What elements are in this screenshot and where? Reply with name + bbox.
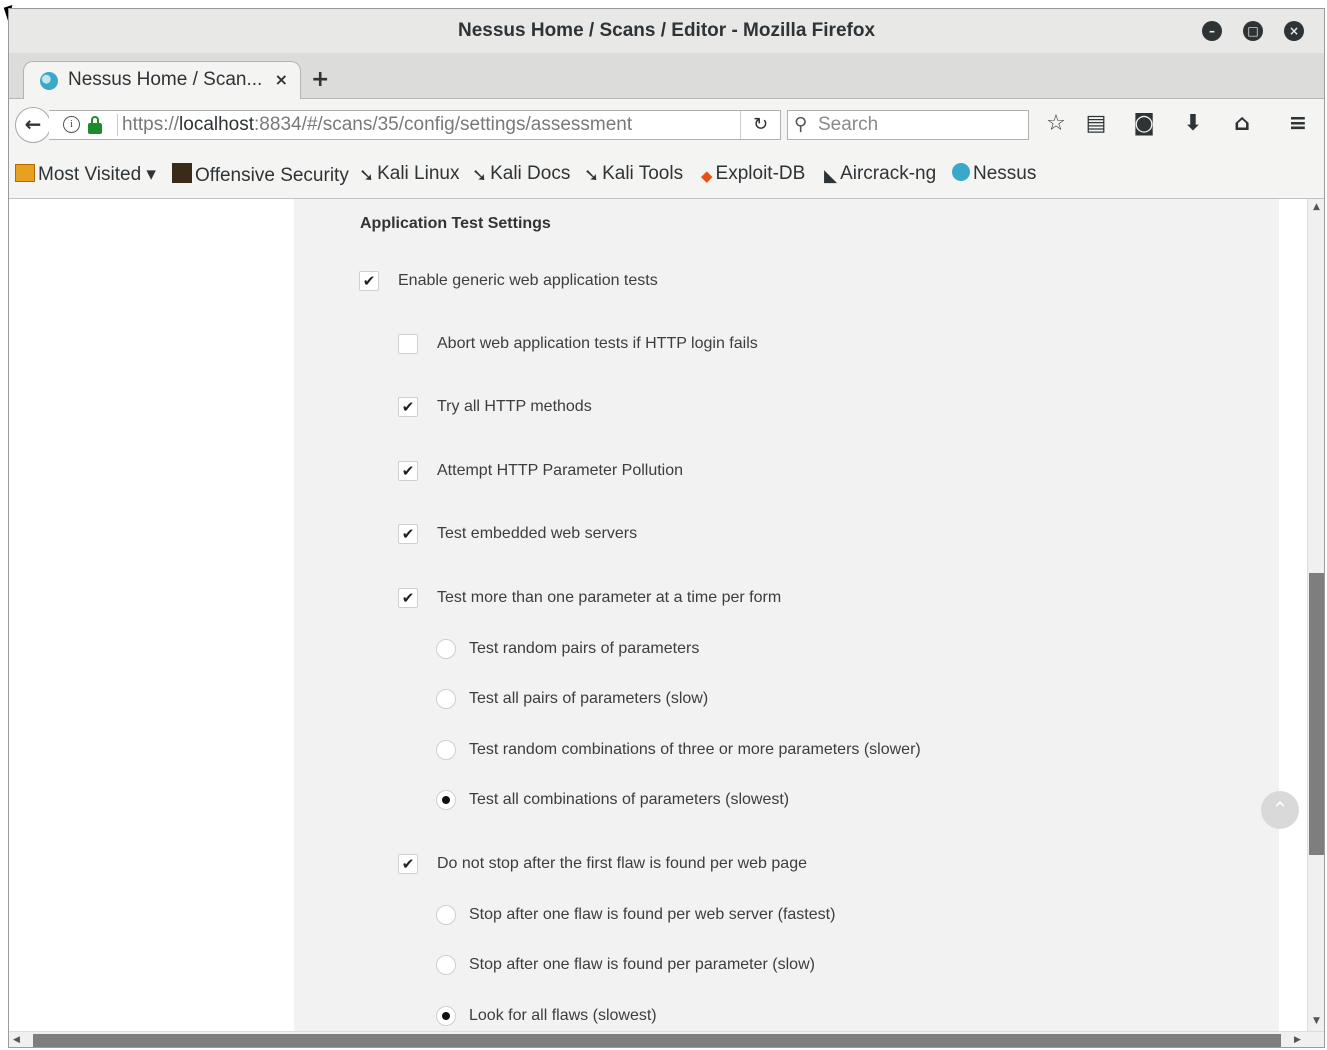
info-icon[interactable]: i	[63, 116, 80, 133]
param-pollution-checkbox[interactable]: ✔	[398, 461, 418, 481]
vertical-scroll-thumb[interactable]	[1309, 573, 1324, 855]
title-bar: Nessus Home / Scans / Editor - Mozilla F…	[9, 9, 1324, 53]
tab-label: Nessus Home / Scan...	[68, 69, 263, 90]
bookmark-label: Nessus	[973, 163, 1037, 184]
offsec-icon	[172, 163, 192, 183]
radio-all-pairs[interactable]	[436, 689, 456, 709]
embedded-servers-checkbox[interactable]: ✔	[398, 524, 418, 544]
bookmark-label: Exploit-DB	[715, 163, 806, 184]
search-bar[interactable]: ⚲ Search	[787, 110, 1029, 140]
maximize-icon[interactable]: □	[1243, 21, 1263, 41]
scroll-to-top-button[interactable]: ⌃	[1261, 791, 1299, 829]
lock-icon[interactable]	[88, 116, 102, 134]
bookmarks-toolbar: Most Visited ▾ Offensive Security ➘ Kali …	[9, 151, 1324, 199]
multi-param-checkbox[interactable]: ✔	[398, 588, 418, 608]
radio-random-pairs-label: Test random pairs of parameters	[469, 640, 700, 657]
search-placeholder: Search	[818, 114, 879, 135]
url-text[interactable]: https://localhost:8834/#/scans/35/config…	[117, 114, 632, 136]
enable-generic-tests-checkbox[interactable]: ✔	[359, 271, 379, 291]
enable-generic-tests-label: Enable generic web application tests	[398, 272, 658, 289]
radio-random-pairs[interactable]	[436, 639, 456, 659]
no-stop-label: Do not stop after the first flaw is foun…	[437, 855, 807, 872]
radio-stop-per-parameter[interactable]	[436, 955, 456, 975]
firefox-window: Nessus Home / Scans / Editor - Mozilla F…	[8, 8, 1325, 1048]
close-icon[interactable]: ×	[1284, 21, 1304, 41]
abort-login-checkbox[interactable]	[398, 334, 418, 354]
bookmark-aircrack-ng[interactable]: ◣ Aircrack-ng	[824, 163, 936, 186]
tab-nessus[interactable]: Nessus Home / Scan... ×	[23, 61, 301, 100]
vertical-scrollbar[interactable]: ▲ ▼	[1307, 199, 1324, 1031]
bookmark-label: Most Visited ▾	[38, 164, 156, 185]
url-bar[interactable]: i https://localhost:8834/#/scans/35/conf…	[49, 110, 781, 140]
section-title: Application Test Settings	[360, 215, 551, 232]
reading-list-icon[interactable]: ▤	[1081, 111, 1111, 137]
abort-login-label: Abort web application tests if HTTP logi…	[437, 335, 758, 352]
horizontal-scrollbar[interactable]: ◀ ▶	[9, 1031, 1324, 1047]
home-icon[interactable]: ⌂	[1227, 111, 1257, 137]
bookmark-label: Kali Docs	[490, 163, 571, 184]
url-path: :8834/#/scans/35/config/settings/assessm…	[254, 114, 633, 135]
bookmark-label: Offensive Security	[195, 165, 349, 186]
try-http-methods-checkbox[interactable]: ✔	[398, 397, 418, 417]
bookmark-most-visited[interactable]: Most Visited ▾	[15, 163, 156, 186]
radio-random-combinations-label: Test random combinations of three or mor…	[469, 741, 921, 758]
new-tab-button[interactable]: +	[311, 67, 329, 92]
bookmark-label: Kali Linux	[377, 163, 460, 184]
kali-dragon-icon: ➘	[359, 165, 375, 185]
radio-all-combinations[interactable]	[436, 790, 456, 810]
scroll-down-arrow-icon[interactable]: ▼	[1313, 1016, 1320, 1026]
bookmark-label: Aircrack-ng	[840, 163, 937, 184]
kali-dragon-icon: ➘	[584, 165, 600, 185]
pocket-icon[interactable]: ◙	[1129, 111, 1159, 137]
tab-close-icon[interactable]: ×	[275, 70, 288, 89]
download-icon[interactable]: ⬇	[1178, 111, 1208, 137]
url-host: localhost	[179, 114, 255, 135]
radio-stop-per-server-label: Stop after one flaw is found per web ser…	[469, 906, 836, 923]
radio-look-all-flaws[interactable]	[436, 1006, 456, 1026]
minimize-icon[interactable]: –	[1202, 21, 1222, 41]
embedded-servers-label: Test embedded web servers	[437, 525, 638, 542]
radio-all-combinations-label: Test all combinations of parameters (slo…	[469, 791, 790, 808]
radio-all-pairs-label: Test all pairs of parameters (slow)	[469, 690, 709, 707]
scroll-right-arrow-icon[interactable]: ▶	[1294, 1035, 1301, 1045]
scroll-left-arrow-icon[interactable]: ◀	[13, 1035, 20, 1045]
kali-dragon-icon: ➘	[472, 165, 488, 185]
reload-icon[interactable]: ↻	[740, 111, 780, 139]
navigation-toolbar: ← i https://localhost:8834/#/scans/35/co…	[9, 99, 1324, 151]
bookmark-offensive-security[interactable]: Offensive Security	[172, 163, 349, 187]
bookmark-kali-linux[interactable]: ➘ Kali Linux	[359, 163, 459, 186]
radio-stop-per-server[interactable]	[436, 905, 456, 925]
multi-param-label: Test more than one parameter at a time p…	[437, 589, 782, 606]
nessus-icon	[952, 163, 970, 181]
page-viewport: Application Test Settings ✔ Enable gener…	[9, 199, 1307, 1031]
search-icon: ⚲	[794, 114, 808, 135]
bookmark-kali-tools[interactable]: ➘ Kali Tools	[584, 163, 683, 186]
nessus-favicon-icon	[40, 72, 58, 90]
bookmark-label: Kali Tools	[602, 163, 684, 184]
radio-random-combinations[interactable]	[436, 740, 456, 760]
param-pollution-label: Attempt HTTP Parameter Pollution	[437, 462, 684, 479]
no-stop-checkbox[interactable]: ✔	[398, 854, 418, 874]
settings-panel: Application Test Settings ✔ Enable gener…	[294, 199, 1279, 1031]
radio-stop-per-parameter-label: Stop after one flaw is found per paramet…	[469, 956, 815, 973]
try-http-methods-label: Try all HTTP methods	[437, 398, 592, 415]
bookmark-kali-docs[interactable]: ➘ Kali Docs	[472, 163, 570, 186]
aircrack-icon: ◣	[824, 166, 838, 185]
window-title: Nessus Home / Scans / Editor - Mozilla F…	[457, 20, 876, 41]
tab-strip: Nessus Home / Scan... × +	[9, 53, 1324, 100]
hamburger-menu-icon[interactable]: ≡	[1283, 111, 1313, 137]
bookmark-star-icon[interactable]: ☆	[1041, 111, 1071, 137]
back-button[interactable]: ←	[15, 107, 51, 143]
radio-look-all-flaws-label: Look for all flaws (slowest)	[469, 1007, 657, 1024]
folder-icon	[15, 164, 35, 182]
scroll-up-arrow-icon[interactable]: ▲	[1313, 202, 1320, 212]
horizontal-scroll-thumb[interactable]	[33, 1034, 1281, 1047]
bookmark-exploit-db[interactable]: ◆ Exploit-DB	[701, 163, 805, 185]
exploit-db-icon: ◆	[701, 168, 713, 185]
url-prefix: https://	[122, 114, 180, 135]
bookmark-nessus[interactable]: Nessus	[952, 163, 1036, 185]
